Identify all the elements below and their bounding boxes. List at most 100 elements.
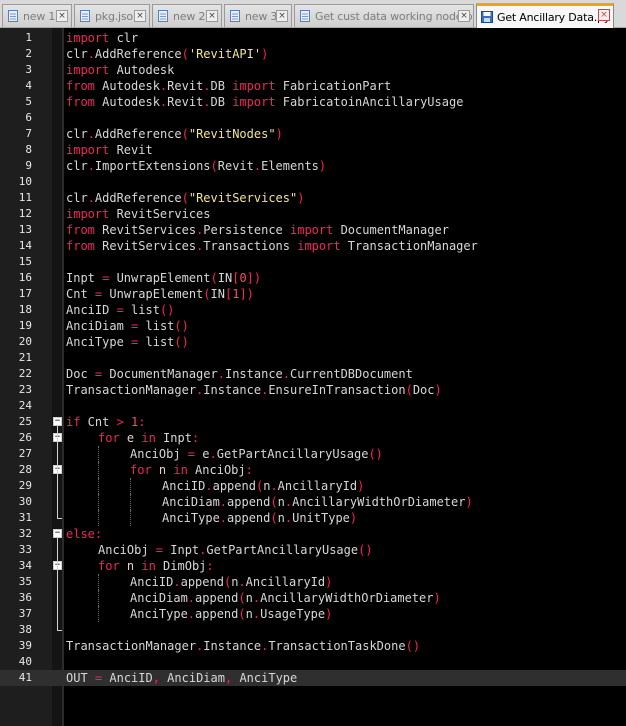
code-text: from RevitServices.Persistence import Do… [66,222,449,238]
code-line[interactable]: 34−for n in DimObj: [0,558,626,574]
code-token: . [205,479,213,493]
code-line[interactable]: 19 AnciDiam = list() [0,318,626,334]
code-line[interactable]: 31 AnciType.append(n.UnitType) [0,510,626,526]
code-line[interactable]: 28−for n in AnciObj: [0,462,626,478]
code-line[interactable]: 8 import Revit [0,142,626,158]
code-line[interactable]: 29 AnciID.append(n.AncillaryId) [0,478,626,494]
code-line[interactable]: 6 [0,110,626,126]
tab-label: new 3 [245,9,278,23]
close-icon[interactable]: × [56,10,68,22]
code-line[interactable]: 5 from Autodesk.Revit.DB import Fabricato… [0,94,626,110]
code-line[interactable]: 37 AnciType.append(n.UsageType) [0,606,626,622]
code-token: import [66,207,110,221]
code-line[interactable]: 11 clr.AddReference("RevitServices") [0,190,626,206]
code-token: from [66,79,95,93]
code-token: ) [297,191,305,205]
fold-toggle-icon[interactable]: − [53,417,62,426]
tab-pkg-json[interactable]: pkg.json × [74,4,150,27]
line-number: 12 [18,207,32,220]
code-line[interactable]: 25 − if Cnt > 1: [0,414,626,430]
code-line[interactable]: 13 from RevitServices.Persistence import … [0,222,626,238]
line-number: 6 [25,111,32,124]
code-token: . [187,591,196,605]
tab-new-1[interactable]: new 1 × [2,4,72,27]
code-token: DimObj [155,559,207,573]
code-line[interactable]: 26−for e in Inpt: [0,430,626,446]
code-token: : [191,431,200,445]
code-token: "RevitNodes" [188,127,276,141]
indent-guide [98,446,99,462]
code-token: TransactionManager [340,239,478,253]
code-editor[interactable]: 1 import clr 2 clr.AddReference('RevitAPI')… [0,28,626,726]
code-line[interactable]: 38 [0,622,626,638]
code-line[interactable]: 30 AnciDiam.append(n.AncillaryWidthOrDiam… [0,494,626,510]
code-token: FabricationPart [275,79,392,93]
code-line[interactable]: 1 import clr [0,30,626,46]
code-token: AncillaryId [277,479,358,493]
code-text: AnciID.append(n.AncillaryId) [162,478,364,494]
tab-get-ancillary-data[interactable]: Get Ancillary Data.py × [476,3,614,28]
code-line[interactable]: 3 import Autodesk [0,62,626,78]
code-text: TransactionManager.Instance.TransactionT… [66,638,420,654]
code-line[interactable]: 23 TransactionManager.Instance.EnsureInTr… [0,382,626,398]
code-line[interactable]: 10 [0,174,626,190]
code-line[interactable]: 21 [0,350,626,366]
code-text: clr.AddReference("RevitServices") [66,190,304,206]
code-line[interactable]: 16 Inpt = UnwrapElement(IN[0]) [0,270,626,286]
close-icon[interactable]: × [206,10,218,22]
code-text: AnciDiam.append(n.AncillaryWidthOrDiamet… [130,590,441,606]
fold-region-line [57,474,58,518]
code-token: Revit [109,143,153,157]
code-token: import [66,31,110,45]
code-token: . [252,607,261,621]
code-token: RevitServices [94,239,197,253]
code-token: AnciType [66,335,132,349]
code-token: for [98,559,120,573]
code-line[interactable]: 24 [0,398,626,414]
tab-new-2[interactable]: new 2 × [152,4,222,27]
code-token: AnciDiam [159,671,225,685]
close-icon[interactable]: × [134,10,146,22]
code-token: n [151,463,174,477]
tab-new-3[interactable]: new 3 × [224,4,292,27]
code-token: () [174,335,189,349]
code-line[interactable]: 32 − else: [0,526,626,542]
code-line[interactable]: 39 TransactionManager.Instance.Transactio… [0,638,626,654]
close-icon[interactable]: × [598,9,610,21]
code-line[interactable]: 7 clr.AddReference("RevitNodes") [0,126,626,142]
code-line[interactable]: 17 Cnt = UnwrapElement(IN[1]) [0,286,626,302]
code-token: clr [109,31,139,45]
code-line[interactable]: 15 [0,254,626,270]
code-line[interactable]: 18 AnciID = list() [0,302,626,318]
code-line[interactable]: 22 Doc = DocumentManager.Instance.Current… [0,366,626,382]
code-line[interactable]: 12 import RevitServices [0,206,626,222]
code-token: ( [210,271,218,285]
code-text: clr.AddReference('RevitAPI') [66,46,268,62]
code-token: Doc [66,367,95,381]
code-line[interactable]: 4 from Autodesk.Revit.DB import Fabricati… [0,78,626,94]
code-line[interactable]: 41 OUT = AnciID, AnciDiam, AnciType [0,670,626,686]
code-line[interactable]: 9 clr.ImportExtensions(Revit.Elements) [0,158,626,174]
close-icon[interactable]: × [276,10,288,22]
code-line[interactable]: 36 AnciDiam.append(n.AncillaryWidthOrDiam… [0,590,626,606]
fold-toggle-icon[interactable]: − [53,529,62,538]
close-icon[interactable]: × [458,10,470,22]
code-line[interactable]: 20 AnciType = list() [0,334,626,350]
code-line[interactable]: 35 AnciID.append(n.AncillaryId) [0,574,626,590]
code-token: () [358,543,373,557]
code-line[interactable]: 40 [0,654,626,670]
indent-guide [98,590,99,606]
tab-get-cust-data[interactable]: Get cust data working node.py × [294,4,474,27]
code-token: = [155,543,164,557]
code-token: IN [217,271,233,285]
code-line[interactable]: 2 clr.AddReference('RevitAPI') [0,46,626,62]
code-line[interactable]: 33 AnciObj = Inpt.GetPartAncillaryUsage() [0,542,626,558]
code-line[interactable]: 14 from RevitServices.Transactions import… [0,238,626,254]
code-token: Inpt [66,271,103,285]
code-token: ) [275,127,283,141]
code-token: "RevitServices" [188,191,298,205]
code-line[interactable]: 27 AnciObj = e.GetPartAncillaryUsage() [0,446,626,462]
code-token: n [245,607,253,621]
line-number: 16 [18,271,32,284]
code-token: import [290,223,334,237]
